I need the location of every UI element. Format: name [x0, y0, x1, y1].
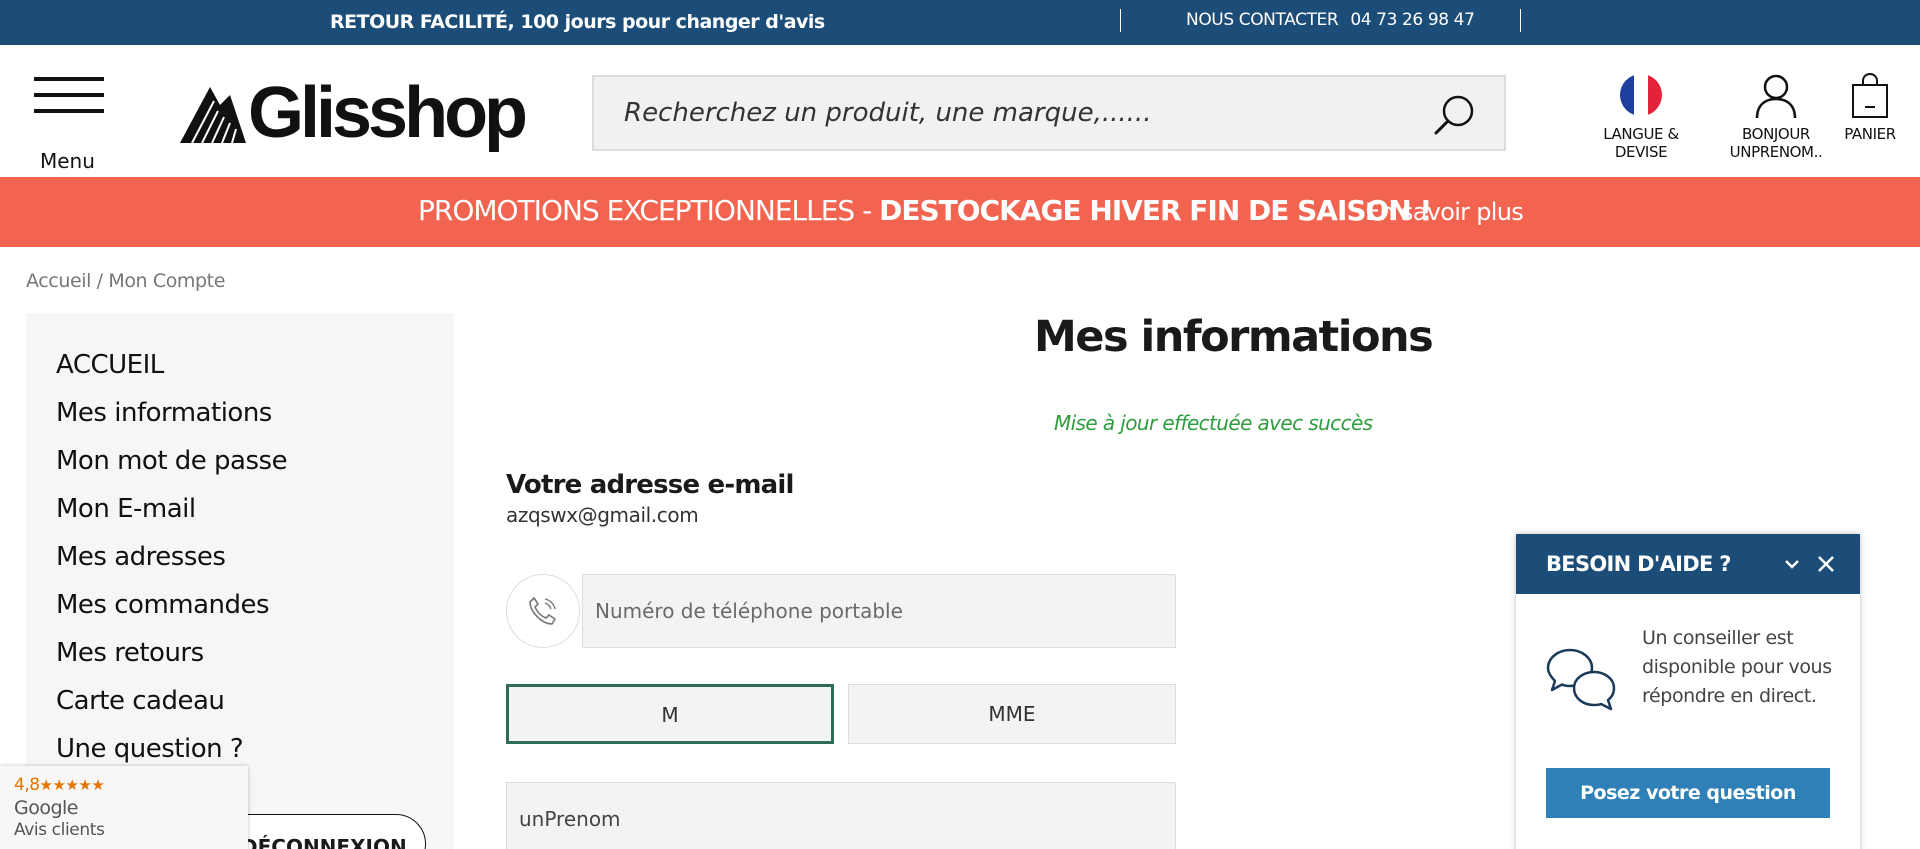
menu-button[interactable]: Menu [34, 77, 106, 173]
account-button[interactable]: BONJOUR UNPRENOM.. [1716, 73, 1836, 161]
sidebar-item-gift-card[interactable]: Carte cadeau [56, 685, 287, 733]
menu-label: Menu [40, 149, 95, 173]
topbar-divider [1520, 9, 1521, 32]
sidebar-item-email[interactable]: Mon E-mail [56, 493, 287, 541]
sidebar-item-my-info[interactable]: Mes informations [56, 397, 287, 445]
mobile-phone-field[interactable] [582, 574, 1176, 648]
breadcrumb-separator: / [91, 270, 109, 292]
logo-text: Glisshop [248, 73, 528, 153]
email-value: azqswx@gmail.com [506, 503, 699, 527]
promo-text-bold: DESTOCKAGE HIVER FIN DE SAISON ! [879, 194, 1432, 227]
hamburger-icon [34, 77, 104, 81]
promo-banner[interactable]: PROMOTIONS EXCEPTIONNELLES - DESTOCKAGE … [0, 177, 1920, 247]
phone-icon [529, 597, 556, 625]
help-title: BESOIN D'AIDE ? [1546, 552, 1731, 576]
promo-more-link[interactable]: En savoir plus [1365, 198, 1524, 226]
sidebar-item-orders[interactable]: Mes commandes [56, 589, 287, 637]
close-icon[interactable] [1814, 552, 1838, 576]
contact-phone[interactable]: 04 73 26 98 47 [1350, 10, 1475, 30]
cart-button[interactable]: PANIER [1840, 73, 1900, 143]
review-provider: Google [14, 797, 79, 819]
account-greeting: BONJOUR [1742, 125, 1810, 143]
site-header: Menu Glisshop LANGUE & DEVISE [0, 45, 1920, 177]
contact-link[interactable]: NOUS CONTACTER 04 73 26 98 47 [1186, 10, 1475, 30]
return-policy-text: RETOUR FACILITÉ, 100 jours pour changer … [330, 11, 825, 33]
search-icon[interactable] [1432, 93, 1476, 137]
success-message: Mise à jour effectuée avec succès [1054, 411, 1373, 435]
promo-text: PROMOTIONS EXCEPTIONNELLES - DESTOCKAGE … [418, 194, 1432, 227]
site-logo[interactable]: Glisshop [180, 73, 528, 153]
top-bar: RETOUR FACILITÉ, 100 jours pour changer … [0, 0, 1920, 45]
help-chat-widget: BESOIN D'AIDE ? Un conseiller est dispon… [1516, 534, 1860, 849]
hamburger-icon [34, 109, 104, 113]
shopping-bag-icon [1852, 73, 1888, 118]
language-label: LANGUE & DEVISE [1603, 125, 1679, 161]
review-score: 4,8 [14, 775, 40, 795]
chat-bubbles-icon [1546, 648, 1616, 711]
hamburger-icon [34, 93, 104, 97]
review-subtitle: Avis clients [14, 820, 105, 840]
sidebar-item-returns[interactable]: Mes retours [56, 637, 287, 685]
help-text: Un conseiller est disponible pour vous r… [1642, 627, 1832, 707]
language-currency-button[interactable]: LANGUE & DEVISE [1578, 73, 1704, 161]
contact-label: NOUS CONTACTER [1186, 10, 1339, 30]
sidebar-item-home[interactable]: ACCUEIL [56, 349, 287, 397]
mountain-logo-icon [180, 87, 246, 143]
email-heading: Votre adresse e-mail [506, 470, 794, 500]
help-header: BESOIN D'AIDE ? [1516, 534, 1860, 594]
review-rating: 4,8★★★★★ [14, 775, 105, 795]
phone-icon-badge [506, 574, 580, 648]
sidebar-item-addresses[interactable]: Mes adresses [56, 541, 287, 589]
search-input[interactable] [594, 77, 1414, 149]
cart-label: PANIER [1844, 125, 1896, 143]
ask-question-button[interactable]: Posez votre question [1546, 768, 1830, 818]
civility-mme-option[interactable]: MME [848, 684, 1176, 744]
chevron-down-icon[interactable] [1780, 552, 1804, 576]
breadcrumb-current: Mon Compte [108, 270, 226, 292]
review-stars: ★★★★★ [39, 776, 105, 794]
breadcrumb: Accueil / Mon Compte [26, 270, 225, 292]
topbar-divider [1120, 9, 1121, 32]
account-name: UNPRENOM.. [1729, 143, 1823, 161]
promo-text-normal: PROMOTIONS EXCEPTIONNELLES - [418, 194, 880, 227]
google-reviews-badge[interactable]: 4,8★★★★★ Google Avis clients [0, 766, 248, 849]
page-title: Mes informations [1034, 312, 1434, 362]
sidebar-item-password[interactable]: Mon mot de passe [56, 445, 288, 493]
firstname-field[interactable] [506, 782, 1176, 849]
user-icon [1755, 74, 1797, 119]
search-bar [592, 75, 1506, 151]
breadcrumb-home[interactable]: Accueil [26, 270, 91, 292]
civility-m-option[interactable]: M [506, 684, 834, 744]
french-flag-icon [1620, 74, 1662, 116]
